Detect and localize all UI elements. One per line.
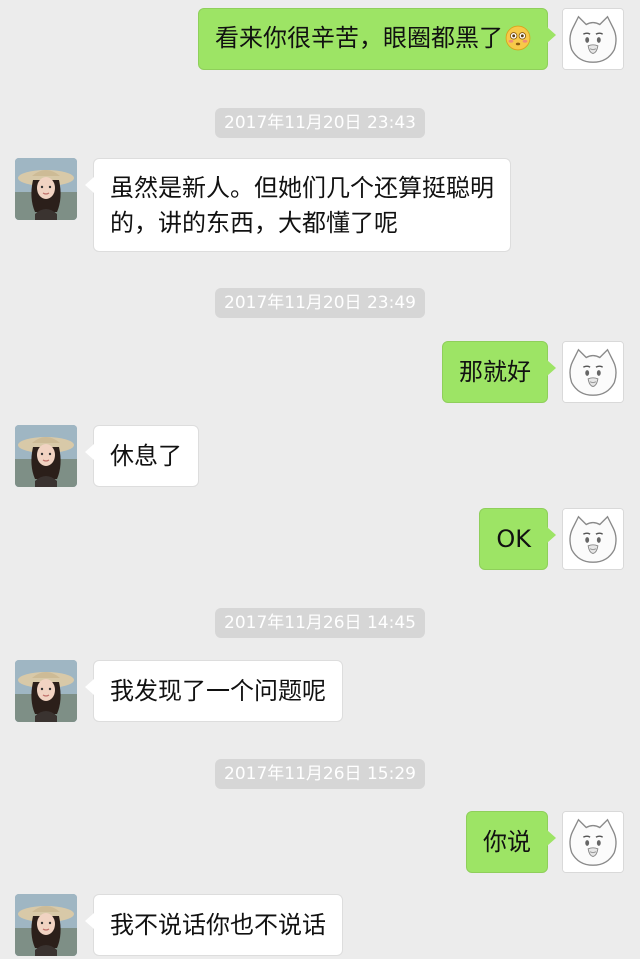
cat-avatar-icon[interactable]: [562, 508, 624, 570]
girl-avatar-icon[interactable]: [15, 158, 77, 220]
message-bubble-received[interactable]: 我不说话你也不说话: [85, 894, 343, 956]
message-text: 看来你很辛苦，眼圈都黑了: [215, 24, 503, 52]
message-text: 我不说话你也不说话: [110, 911, 326, 939]
message-bubble-sent[interactable]: 你说: [466, 811, 556, 873]
message-text: 你说: [483, 828, 531, 856]
message-text: 那就好: [459, 358, 531, 386]
timestamp: 2017年11月26日 15:29: [215, 759, 425, 789]
message-text: 我发现了一个问题呢: [110, 677, 326, 705]
message-text-line: 虽然是新人。但她们几个还算挺聪明: [110, 174, 494, 202]
flushed-face-emoji-icon: [505, 25, 531, 51]
girl-avatar-icon[interactable]: [15, 894, 77, 956]
message-bubble-received[interactable]: 休息了: [85, 425, 199, 487]
cat-avatar-icon[interactable]: [562, 8, 624, 70]
message-bubble-received[interactable]: 我发现了一个问题呢: [85, 660, 343, 722]
timestamp: 2017年11月20日 23:43: [215, 108, 425, 138]
timestamp: 2017年11月20日 23:49: [215, 288, 425, 318]
message-bubble-received[interactable]: 虽然是新人。但她们几个还算挺聪明 的，讲的东西，大都懂了呢: [85, 158, 511, 252]
message-text: OK: [496, 525, 531, 553]
message-text-line: 的，讲的东西，大都懂了呢: [110, 209, 398, 237]
chat-view: 看来你很辛苦，眼圈都黑了 2017年11月20日 23:43 虽然是新人。但她们…: [0, 0, 640, 959]
message-bubble-sent[interactable]: 看来你很辛苦，眼圈都黑了: [198, 8, 556, 70]
girl-avatar-icon[interactable]: [15, 425, 77, 487]
timestamp: 2017年11月26日 14:45: [215, 608, 425, 638]
cat-avatar-icon[interactable]: [562, 341, 624, 403]
message-bubble-sent[interactable]: OK: [479, 508, 556, 570]
cat-avatar-icon[interactable]: [562, 811, 624, 873]
girl-avatar-icon[interactable]: [15, 660, 77, 722]
message-bubble-sent[interactable]: 那就好: [442, 341, 556, 403]
message-text: 休息了: [110, 442, 182, 470]
